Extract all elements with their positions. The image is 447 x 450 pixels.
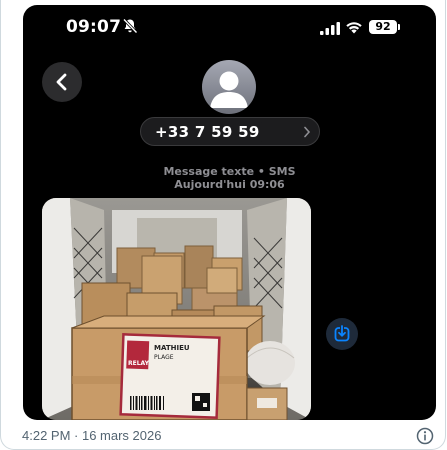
message-type: Message texte • SMS — [163, 165, 296, 178]
person-icon — [210, 71, 248, 108]
label-name: MATHIEU — [154, 344, 190, 352]
download-icon — [334, 325, 350, 342]
back-button[interactable] — [42, 62, 82, 102]
battery-icon: 92 — [369, 20, 397, 34]
message-timestamp: Aujourd'hui 09:06 — [174, 178, 285, 191]
post-timestamp[interactable]: 4:22 PM · 16 mars 2026 — [22, 428, 161, 443]
chevron-right-icon — [304, 126, 311, 138]
contact-number: +33 7 59 59 — [155, 123, 260, 141]
signal-icon — [320, 22, 340, 35]
save-image-button[interactable] — [326, 318, 358, 350]
info-icon[interactable] — [416, 427, 434, 445]
wifi-icon — [346, 22, 362, 34]
battery-nub — [398, 24, 400, 30]
message-photo[interactable]: RELAY MATHIEU PLAGE — [42, 198, 311, 420]
redacted-digits — [259, 122, 303, 142]
shipping-label: RELAY MATHIEU PLAGE — [119, 333, 221, 419]
chevron-left-icon — [56, 73, 67, 91]
post-card: 09:07 92 +33 7 59 59 Message texte • SMS… — [0, 0, 446, 450]
label-brand: RELAY — [128, 360, 150, 367]
status-time: 09:07 — [66, 17, 122, 37]
phone-screenshot[interactable]: 09:07 92 +33 7 59 59 Message texte • SMS… — [23, 5, 436, 420]
van-parcels-image: RELAY MATHIEU PLAGE — [42, 198, 311, 420]
contact-number-button[interactable]: +33 7 59 59 — [140, 117, 320, 146]
avatar[interactable] — [202, 60, 256, 114]
label-line2: PLAGE — [154, 354, 174, 361]
bell-off-icon — [122, 18, 138, 34]
